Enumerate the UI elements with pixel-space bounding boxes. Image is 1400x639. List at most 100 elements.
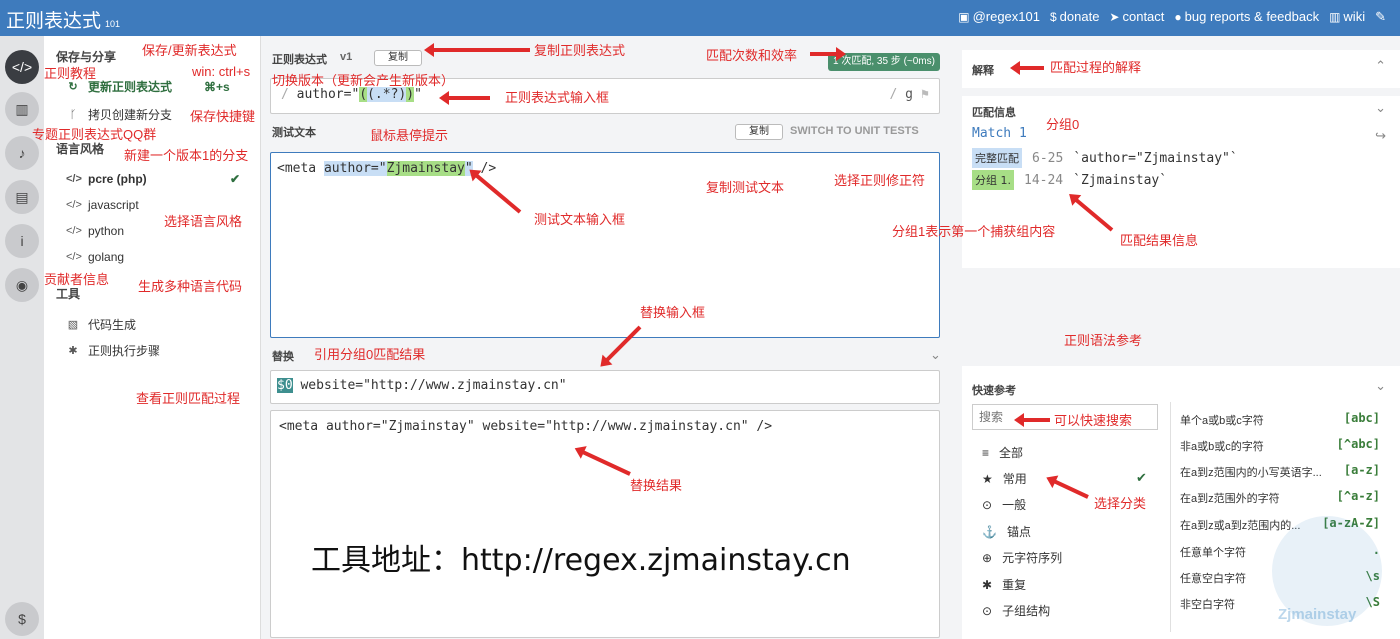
arrow	[1016, 66, 1044, 70]
annotation: 复制正则表达式	[534, 43, 626, 58]
arrow	[430, 48, 530, 52]
annotation: 正则语法参考	[1064, 333, 1143, 348]
app-logo[interactable]: 正则表达式 101	[6, 6, 120, 33]
top-nav: ▣ @regex101 $ donate ➤ contact ● bug reports…	[958, 9, 1386, 25]
quick-reference-panel: 快速参考 ⌄ ≡全部 ★常用 ✔ ⊙一般 ⚓锚点 ⊕元字符序列 ✱重复 ⊙子组结…	[962, 366, 1400, 639]
annotation: 鼠标悬停提示	[370, 128, 449, 143]
substitution-result: <meta author="Zjmainstay" website="http:…	[270, 410, 940, 638]
chevron-up-icon[interactable]: ⌃	[1375, 58, 1386, 74]
annotation: 可以快速搜索	[1054, 413, 1133, 428]
version-select[interactable]: v1	[340, 51, 352, 63]
match-title: Match 1	[972, 126, 1027, 141]
annotation: 保存快捷键	[190, 109, 256, 124]
dollar-icon: $	[1049, 10, 1057, 24]
regex-group-highlight: ((.*?))	[359, 87, 415, 102]
top-bar: 正则表达式 101 ▣ @regex101 $ donate ➤ contact ● bu…	[0, 0, 1400, 36]
substitution-input[interactable]: $0 website="http://www.zjmainstay.cn"	[270, 370, 940, 404]
main-editor: 正则表达式 v1 复制 1 次匹配, 35 步 (~0ms) / author=…	[262, 36, 950, 639]
annotation: 查看正则匹配过程	[136, 391, 241, 406]
star-icon: ★	[982, 471, 993, 486]
token-item[interactable]: [abc]	[1344, 411, 1380, 425]
debugger-button[interactable]: ✱ 正则执行步骤	[66, 342, 160, 359]
arrow	[445, 96, 490, 100]
copy-regex-button[interactable]: 复制	[374, 50, 422, 66]
annotation: 保存/更新表达式	[142, 43, 237, 58]
check-icon: ✔	[230, 172, 241, 186]
substitution-label: 替换	[272, 351, 294, 363]
annotation: 贡献者信息	[44, 272, 110, 287]
annotation: 复制测试文本	[706, 180, 785, 195]
circle-dot-icon: ⊙	[982, 497, 993, 512]
cat-quantifiers[interactable]: ✱ 重复	[982, 576, 1026, 593]
flavor-python[interactable]: </> python	[66, 224, 124, 238]
annotation: 新建一个版本1的分支	[124, 148, 249, 163]
cat-anchors[interactable]: ⚓ 锚点	[982, 523, 1031, 540]
regex-flags[interactable]: g	[905, 87, 913, 102]
cat-meta-sequences[interactable]: ⊕ 元字符序列	[982, 549, 1062, 566]
annotation: 分组0	[1046, 117, 1080, 132]
regex-label: 正则表达式	[272, 54, 327, 66]
code-icon[interactable]: </>	[5, 50, 39, 84]
annotation: 匹配结果信息	[1120, 233, 1199, 248]
full-match-highlight: author="Zjmainstay"	[323, 161, 473, 176]
annotation: 分组1表示第一个捕获组内容	[892, 224, 1056, 239]
divider	[1170, 402, 1171, 632]
info-icon[interactable]: i	[5, 224, 39, 258]
cat-all[interactable]: ≡ 全部	[982, 444, 1023, 461]
chevron-down-icon[interactable]: ⌄	[1375, 100, 1386, 116]
annotation: 选择正则修正符	[834, 173, 926, 188]
chat-icon[interactable]: ◉	[5, 268, 39, 302]
token-item[interactable]: [^a-z]	[1337, 489, 1380, 503]
annotation: 匹配过程的解释	[1050, 60, 1142, 75]
annotation: 正则表达式输入框	[505, 90, 610, 105]
arrow	[1020, 418, 1050, 422]
flavor-pcre[interactable]: </> pcre (php) ✔	[66, 172, 240, 186]
asterisk-icon: ✱	[982, 577, 993, 592]
code-generator-button[interactable]: ▧ 代码生成	[66, 316, 136, 333]
tool-address-text: 工具地址：http://regex.zjmainstay.cn	[311, 543, 851, 578]
token-item[interactable]: [a-z]	[1344, 463, 1380, 477]
database-icon: ≡	[982, 445, 990, 460]
contact-link[interactable]: ➤ contact	[1109, 9, 1164, 25]
book-icon[interactable]: ▤	[5, 180, 39, 214]
group-1-row: 分组 1. 14-24 `Zjmainstay`	[972, 170, 1167, 190]
anchor-icon: ⚓	[982, 524, 997, 539]
full-match-row: 完整匹配 6-25 `author="Zjmainstay"`	[972, 148, 1238, 168]
dollar-icon[interactable]: $	[5, 602, 39, 636]
annotation: 替换结果	[630, 478, 683, 493]
annotation: 测试文本输入框	[534, 212, 626, 227]
code-icon: </>	[66, 199, 82, 211]
arrow	[810, 47, 846, 61]
watermark-text: Zjmainstay	[1278, 606, 1357, 623]
fork-icon: ᚴ	[69, 108, 77, 121]
donate-link[interactable]: $ donate	[1050, 9, 1099, 25]
flag-icon[interactable]: ⚑	[921, 87, 929, 102]
chevron-down-icon[interactable]: ⌄	[930, 347, 941, 363]
wiki-link[interactable]: ▥ wiki	[1329, 9, 1365, 25]
cat-group-constructs[interactable]: ⊙ 子组结构	[982, 602, 1050, 619]
annotation: 选择分类	[1094, 496, 1147, 511]
globe-icon: ⊕	[982, 550, 993, 565]
chevron-down-icon[interactable]: ⌄	[1375, 378, 1386, 394]
fork-button[interactable]: ᚴ 拷贝创建新分支	[66, 106, 172, 123]
switch-unit-tests[interactable]: SWITCH TO UNIT TESTS	[790, 125, 919, 137]
copy-test-button[interactable]: 复制	[735, 124, 783, 140]
library-icon[interactable]: ▥	[5, 92, 39, 126]
twitter-link[interactable]: ▣ @regex101	[958, 9, 1040, 25]
file-code-icon: ▧	[67, 319, 79, 331]
flavor-golang[interactable]: </> golang	[66, 250, 124, 264]
share-icon[interactable]: ↪	[1375, 128, 1386, 144]
annotation: 正则教程	[44, 66, 97, 81]
bug-report-link[interactable]: ● bug reports & feedback	[1174, 9, 1319, 25]
annotation: 选择语言风格	[164, 214, 243, 229]
token-item[interactable]: [^abc]	[1337, 437, 1380, 451]
right-panel: 解释 ⌃ 匹配信息 ⌄ Match 1 ↪ 完整匹配 6-25 `author=…	[962, 36, 1400, 639]
cat-common[interactable]: ★ 常用	[982, 470, 1027, 487]
code-icon: </>	[66, 225, 82, 237]
paper-plane-icon: ➤	[1109, 10, 1120, 24]
wrench-icon[interactable]: ✎	[1375, 9, 1386, 25]
cat-general[interactable]: ⊙ 一般	[982, 496, 1026, 513]
flavor-javascript[interactable]: </> javascript	[66, 198, 139, 212]
annotation: 切换版本（更新会产生新版本）	[272, 73, 455, 88]
test-string-label: 测试文本	[272, 127, 316, 139]
